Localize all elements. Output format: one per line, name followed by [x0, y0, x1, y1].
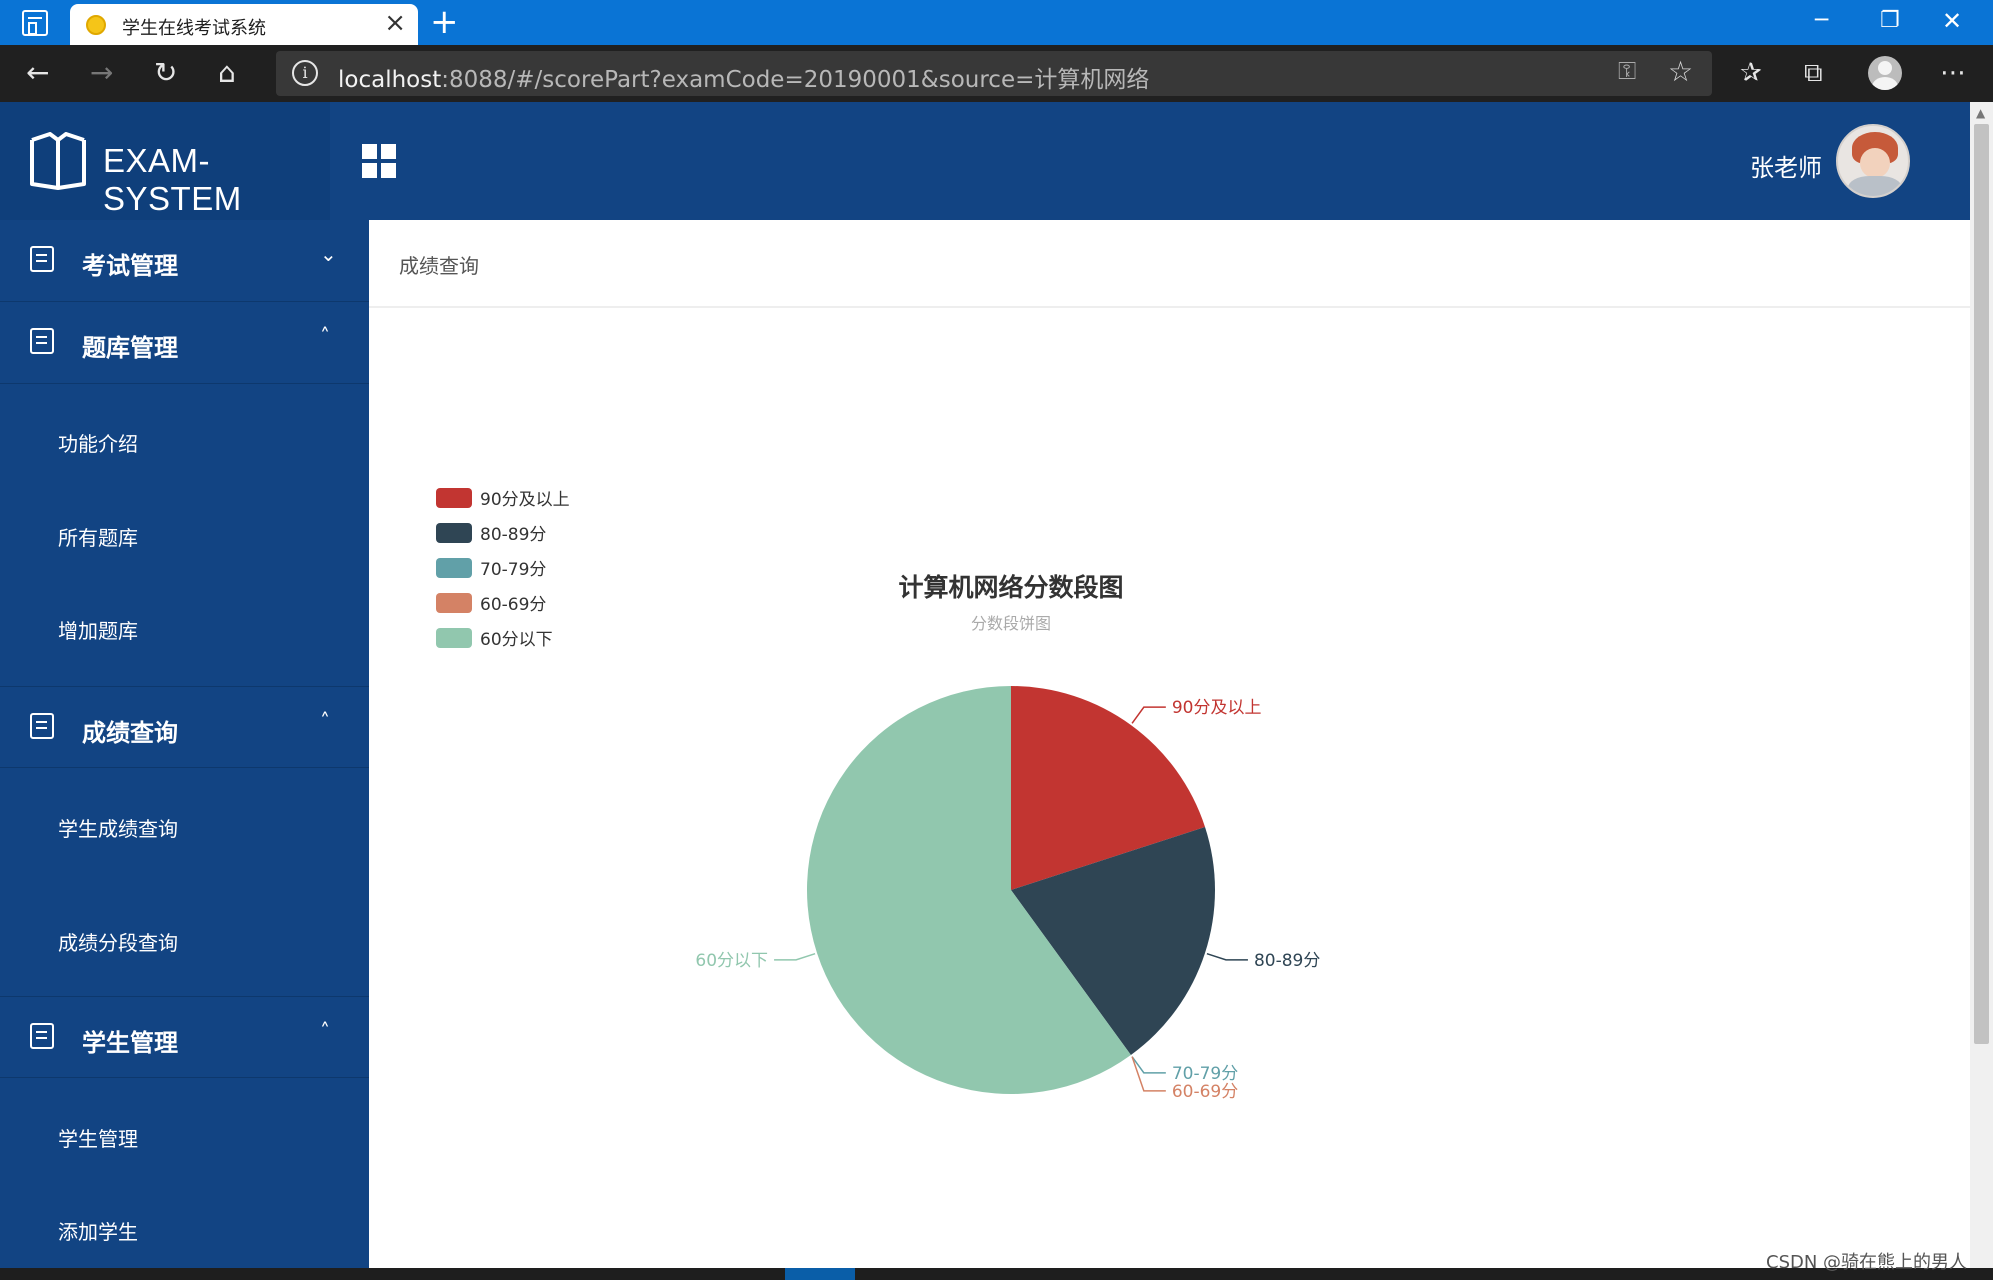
breadcrumb-text: 成绩查询: [399, 254, 479, 278]
chart-legend: 90分及以上 80-89分 70-79分 60-69分 60分以下: [436, 488, 570, 650]
tab-title: 学生在线考试系统: [122, 18, 266, 39]
watermark: CSDN @骑在熊上的男人: [1766, 1252, 1968, 1273]
chevron-up-icon: ˄: [320, 1019, 330, 1043]
slice-label: 70-79分: [1172, 1064, 1238, 1084]
taskbar-accent: [785, 1268, 855, 1280]
scrollbar-thumb[interactable]: [1974, 124, 1989, 1044]
menu-grid-icon[interactable]: [362, 144, 396, 178]
menu-group-label: 考试管理: [82, 252, 178, 280]
tab-close-icon[interactable]: ×: [384, 8, 406, 38]
chevron-up-icon: ˄: [320, 324, 330, 348]
legend-swatch[interactable]: [436, 593, 472, 613]
logo-area: EXAM-SYSTEM: [0, 102, 330, 220]
window-close-icon[interactable]: ✕: [1942, 6, 1962, 36]
legend-swatch[interactable]: [436, 558, 472, 578]
window-restore-icon[interactable]: ❐: [1880, 6, 1900, 36]
legend-swatch[interactable]: [436, 628, 472, 648]
chart-slices: [807, 686, 1215, 1094]
legend-label[interactable]: 90分及以上: [480, 490, 570, 510]
url-text[interactable]: localhost:8088/#/scorePart?examCode=2019…: [338, 60, 1149, 94]
avatar-body: [1848, 176, 1902, 196]
app-logo-text: EXAM-SYSTEM: [103, 142, 242, 217]
scroll-up-icon[interactable]: ▲: [1976, 106, 1985, 120]
label-leader-line: [1206, 952, 1248, 961]
document-edit-icon: [30, 328, 54, 354]
menu-group-label: 学生管理: [82, 1029, 178, 1057]
sidebar-item-score-segments[interactable]: 成绩分段查询: [58, 927, 178, 956]
slice-label: 60-69分: [1172, 1082, 1238, 1102]
menu-group-students[interactable]: 学生管理 ˄: [0, 996, 369, 1078]
reload-icon[interactable]: ↻: [154, 57, 177, 89]
legend-label[interactable]: 70-79分: [480, 560, 546, 580]
menu-group-exam[interactable]: 考试管理 ⌄: [0, 220, 369, 302]
menu-group-question-bank[interactable]: 题库管理 ˄: [0, 302, 369, 384]
slice-label: 80-89分: [1254, 951, 1320, 971]
legend-label[interactable]: 80-89分: [480, 525, 546, 545]
slice-label: 90分及以上: [1172, 698, 1262, 718]
browser-tab[interactable]: 学生在线考试系统 ×: [70, 4, 418, 45]
browser-tab-bar: 学生在线考试系统 × + ─ ❐ ✕: [0, 0, 1993, 45]
user-icon: [30, 1023, 54, 1049]
forward-icon[interactable]: →: [90, 57, 113, 89]
legend-label[interactable]: 60分以下: [480, 630, 553, 650]
sidebar-item-student-manage[interactable]: 学生管理: [58, 1123, 138, 1152]
address-bar[interactable]: i localhost:8088/#/scorePart?examCode=20…: [276, 51, 1712, 96]
chevron-down-icon: ⌄: [320, 242, 337, 266]
url-path: :8088/#/scorePart?examCode=20190001&sour…: [441, 67, 1150, 93]
keyboard-icon: [30, 713, 54, 739]
breadcrumb: 成绩查询: [369, 220, 1970, 308]
password-key-icon[interactable]: ⚿: [1618, 57, 1636, 85]
legend-swatch[interactable]: [436, 488, 472, 508]
collections-icon[interactable]: ⧉: [1804, 56, 1823, 90]
add-favorite-icon[interactable]: ☆: [1668, 55, 1693, 88]
app-header: EXAM-SYSTEM 张老师: [0, 102, 1970, 220]
sidebar-item-intro[interactable]: 功能介绍: [58, 428, 138, 457]
main-content: 成绩查询 计算机网络分数段图 分数段饼图 90分及以上 80-89分 70-79分 6…: [369, 220, 1970, 1268]
home-icon[interactable]: ⌂: [218, 57, 236, 89]
menu-group-label: 题库管理: [82, 334, 178, 362]
taskbar-strip: [0, 1268, 1993, 1280]
legend-label[interactable]: 60-69分: [480, 595, 546, 615]
window-minimize-icon[interactable]: ─: [1815, 6, 1828, 36]
new-tab-icon[interactable]: +: [430, 2, 459, 42]
back-icon[interactable]: ←: [26, 57, 49, 89]
tab-actions-icon[interactable]: [22, 10, 48, 36]
chevron-up-icon: ˄: [320, 709, 330, 733]
browser-toolbar: ← → ↻ ⌂ i localhost:8088/#/scorePart?exa…: [0, 45, 1993, 102]
site-info-icon[interactable]: i: [292, 60, 318, 86]
profile-avatar-icon[interactable]: [1868, 56, 1902, 90]
avatar-face: [1860, 148, 1890, 178]
label-leader-line: [774, 952, 816, 961]
user-avatar[interactable]: [1836, 124, 1910, 198]
chart-subtitle: 分数段饼图: [971, 614, 1051, 633]
score-pie-chart: 计算机网络分数段图 分数段饼图 90分及以上80-89分70-79分60-69分…: [436, 488, 1320, 1102]
slice-label: 60分以下: [695, 951, 768, 971]
sidebar-item-all-banks[interactable]: 所有题库: [58, 522, 138, 551]
sidebar: 考试管理 ⌄ 题库管理 ˄ 功能介绍 所有题库 增加题库 成绩查询 ˄ 学生成绩…: [0, 220, 369, 1268]
label-leader-line: [1131, 1056, 1166, 1092]
calendar-icon: [30, 246, 54, 272]
menu-group-label: 成绩查询: [82, 719, 178, 747]
url-host: localhost: [338, 67, 442, 93]
legend-swatch[interactable]: [436, 523, 472, 543]
book-logo-icon: [30, 132, 86, 190]
sidebar-item-add-student[interactable]: 添加学生: [58, 1216, 138, 1245]
menu-group-scores[interactable]: 成绩查询 ˄: [0, 686, 369, 768]
favorites-icon[interactable]: ✰: [1740, 56, 1762, 90]
more-options-icon[interactable]: ⋯: [1940, 56, 1966, 90]
tab-favicon-icon: [86, 15, 106, 35]
vertical-scrollbar[interactable]: ▲: [1970, 102, 1993, 1268]
chart-title: 计算机网络分数段图: [898, 573, 1123, 602]
label-leader-line: [1131, 706, 1166, 724]
user-name[interactable]: 张老师: [1750, 148, 1822, 183]
sidebar-item-student-scores[interactable]: 学生成绩查询: [58, 813, 178, 842]
sidebar-item-add-bank[interactable]: 增加题库: [58, 615, 138, 644]
